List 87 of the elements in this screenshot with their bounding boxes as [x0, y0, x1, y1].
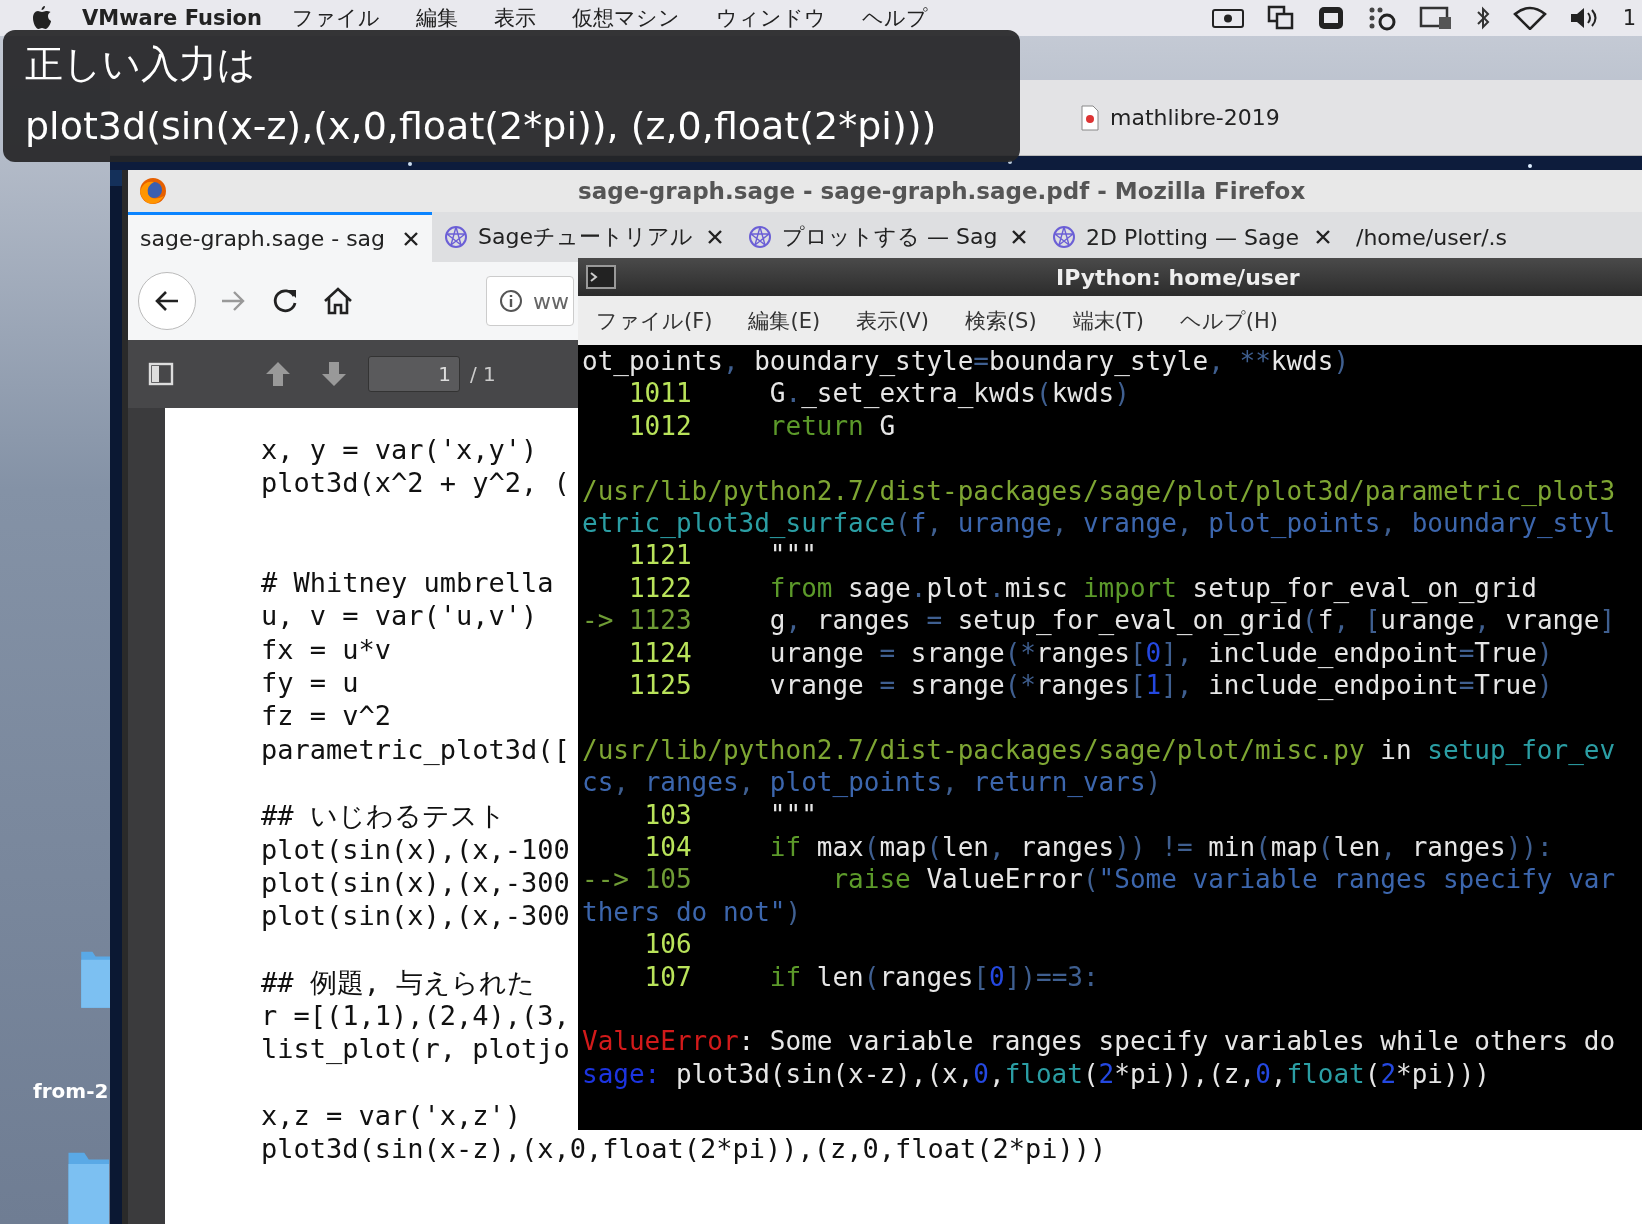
- down-arrow-icon[interactable]: [320, 360, 348, 388]
- bluetooth-icon[interactable]: [1474, 5, 1491, 31]
- info-icon[interactable]: [499, 289, 523, 313]
- browser-tab[interactable]: 2D Plotting — Sage: [1040, 212, 1344, 262]
- code-line: ot_points, boundary_style=boundary_style, **kwds): [582, 345, 1350, 378]
- code-line: plot3d(sin(x-z),(x,0,float(2*pi)),(z,0,float(2*pi))): [261, 1132, 1107, 1166]
- clock-text[interactable]: 1: [1622, 6, 1636, 30]
- menu-item[interactable]: 編集(E): [744, 304, 825, 337]
- menu-item[interactable]: 表示(V): [852, 304, 933, 337]
- camera-icon[interactable]: [1210, 6, 1245, 30]
- code-line: fz = v^2: [261, 699, 392, 733]
- menu-item[interactable]: ヘルプ(H): [1175, 304, 1282, 337]
- wifi-icon[interactable]: [1512, 6, 1547, 30]
- menu-item[interactable]: ファイル: [291, 4, 380, 32]
- sage-logo-icon: [444, 225, 468, 249]
- code-line: parametric_plot3d([: [261, 732, 570, 766]
- caption-text: 正しい入力は: [25, 40, 257, 88]
- menu-item[interactable]: VMware Fusion: [82, 6, 262, 30]
- code-line: 1124 urange = srange(*ranges[0], include_endpoint=True): [627, 636, 1553, 670]
- up-arrow-icon[interactable]: [264, 360, 292, 388]
- windows-icon[interactable]: [1266, 5, 1295, 31]
- window-title: sage-graph.sage - sage-graph.sage.pdf - Mozilla Firefox: [578, 178, 1306, 204]
- code-line: # Whitney umbrella: [261, 566, 554, 600]
- code-line: ValueError: Some variable ranges specify variables while others do: [582, 1025, 1616, 1058]
- menu-item[interactable]: ウィンドウ: [715, 4, 826, 32]
- code-line: plot3d(x^2 + y^2, (: [261, 466, 570, 500]
- code-line: --> 105 raise ValueError("Some variable ranges specify var: [582, 863, 1616, 896]
- code-line: x, y = var('x,y'): [261, 433, 538, 467]
- apple-icon[interactable]: [32, 6, 52, 30]
- code-line: 1122 from sage.plot.misc import setup_for_eval_on_grid: [627, 571, 1537, 605]
- document-icon: [1080, 104, 1100, 131]
- code-line: 104 if max(map(len, ranges)) != min(map(len, ranges)):: [643, 831, 1553, 864]
- sage-logo-icon: [748, 225, 772, 249]
- menu-item[interactable]: ファイル(F): [592, 304, 717, 337]
- code-line: sage: plot3d(sin(x-z),(x,0,float(2*pi)),(z,0,float(2*pi))): [582, 1057, 1490, 1091]
- browser-tab[interactable]: プロットする — Sag: [736, 212, 1040, 262]
- menu-item[interactable]: 表示: [493, 4, 536, 32]
- code-line: 1012 return G: [627, 409, 896, 443]
- code-line: fy = u: [261, 666, 359, 700]
- code-line: plot(sin(x),(x,-100: [261, 832, 570, 866]
- code-line: 1121 """: [627, 539, 817, 572]
- code-line: /usr/lib/python2.7/dist-packages/sage/plot/misc.py in setup_for_ev: [582, 733, 1616, 767]
- page-number-field[interactable]: 1: [368, 356, 460, 392]
- code-line: -> 1123 g, ranges = setup_for_eval_on_grid(f, [urange, vrange]: [582, 604, 1616, 637]
- menu-item[interactable]: 検索(S): [960, 304, 1041, 337]
- window-tab[interactable]: mathlibre-2019: [1110, 105, 1280, 130]
- code-line: list_plot(r, plotjo: [261, 1032, 570, 1066]
- address-field[interactable]: ww: [486, 276, 574, 326]
- menu-item[interactable]: 端末(T): [1068, 304, 1148, 337]
- caption-text: plot3d(sin(x-z),(x,0,float(2*pi)), (z,0,float(2*pi))): [25, 103, 938, 148]
- close-icon[interactable]: [1010, 228, 1028, 246]
- close-icon[interactable]: [706, 228, 724, 246]
- code-line: thers do not"): [582, 895, 802, 929]
- video-icon[interactable]: [1316, 5, 1345, 31]
- code-line: /usr/lib/python2.7/dist-packages/sage/plot/plot3d/parametric_plot3: [582, 474, 1616, 507]
- display-icon[interactable]: [1418, 5, 1453, 31]
- code-line: ## いじわるテスト: [261, 799, 506, 833]
- window-title: IPython: home/user: [1056, 264, 1300, 290]
- menu-item[interactable]: 仮想マシン: [571, 4, 680, 32]
- code-line: etric_plot3d_surface(f, urange, vrange, plot_points, boundary_styl: [582, 507, 1616, 540]
- page-count: / 1: [470, 362, 496, 386]
- code-line: 107 if len(ranges[0])==3:: [643, 960, 1099, 994]
- code-line: 1125 vrange = srange(*ranges[1], include_endpoint=True): [627, 669, 1553, 702]
- terminal-icon: [586, 265, 616, 289]
- code-line: x,z = var('x,z'): [261, 1098, 522, 1133]
- home-icon[interactable]: [322, 286, 354, 316]
- sidebar-icon[interactable]: [148, 362, 174, 386]
- menu-item[interactable]: ヘルプ: [861, 4, 928, 32]
- code-line: u, v = var('u,v'): [261, 599, 538, 633]
- desktop-icon-label[interactable]: from-2: [33, 1079, 109, 1103]
- code-line: 106: [643, 928, 692, 961]
- code-line: 103 """: [643, 798, 817, 832]
- code-line: cs, ranges, plot_points, return_vars): [582, 766, 1162, 799]
- code-line: plot(sin(x),(x,-300: [261, 899, 570, 933]
- close-icon[interactable]: [1314, 228, 1332, 246]
- code-line: ## 例題, 与えられた: [261, 965, 536, 1000]
- browser-tab[interactable]: Sageチュートリアル: [432, 212, 736, 262]
- close-icon[interactable]: [402, 229, 420, 248]
- menu-item[interactable]: 編集: [415, 4, 458, 32]
- browser-tab[interactable]: sage-graph.sage - sag: [128, 212, 432, 262]
- code-line: r =[(1,1),(2,4),(3,: [261, 999, 570, 1033]
- code-line: plot(sin(x),(x,-300: [261, 865, 570, 900]
- code-line: fx = u*v: [261, 632, 392, 667]
- browser-tab[interactable]: /home/user/.s: [1344, 212, 1642, 262]
- sage-logo-icon: [1052, 225, 1076, 249]
- code-line: 1011 G._set_extra_kwds(kwds): [627, 377, 1130, 410]
- app-logo-icon: [138, 176, 168, 206]
